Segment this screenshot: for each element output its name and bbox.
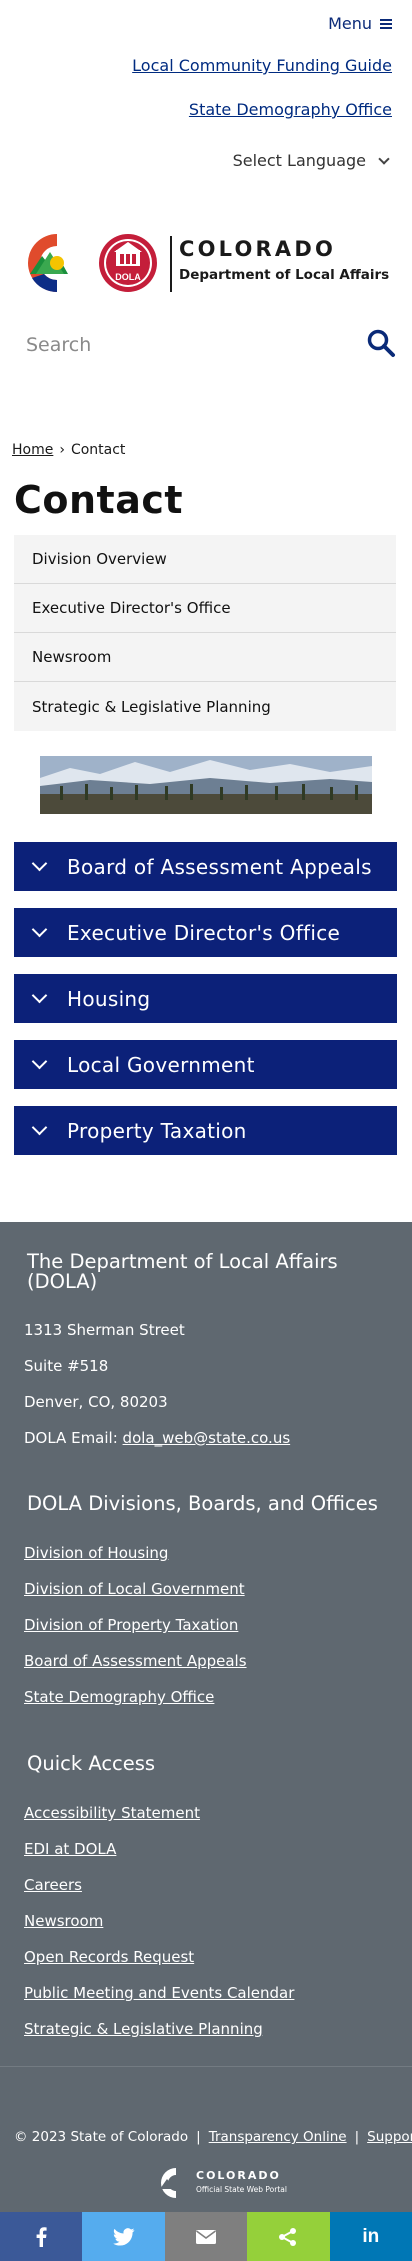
accordion-label: Housing	[67, 986, 151, 1011]
footer-address-line2: Suite #518	[24, 1357, 109, 1375]
footer-link-board-of-assessment-appeals[interactable]: Board of Assessment Appeals	[24, 1652, 247, 1670]
breadcrumb-current: Contact	[70, 442, 126, 458]
footer-link-edi-at-dola[interactable]: EDI at DOLA	[24, 1840, 116, 1858]
facebook-share-button[interactable]	[0, 2212, 83, 2261]
chevron-down-icon	[31, 1053, 48, 1070]
footer-link-state-demography-office[interactable]: State Demography Office	[24, 1688, 214, 1706]
chevron-down-icon	[31, 987, 48, 1004]
colorado-c-icon	[160, 2168, 181, 2198]
footer-link-accessibility-statement[interactable]: Accessibility Statement	[24, 1804, 200, 1822]
language-select[interactable]: Select Language	[232, 151, 390, 170]
support-link[interactable]: Support	[367, 2129, 412, 2145]
breadcrumb-separator: ›	[59, 442, 65, 458]
chevron-down-icon	[378, 152, 390, 165]
logo-badge: DOLA	[115, 272, 141, 282]
hamburger-icon	[380, 18, 392, 29]
footer-link-careers[interactable]: Careers	[24, 1876, 82, 1894]
subnav-item-newsroom[interactable]: Newsroom	[14, 633, 396, 682]
share-bar: in	[0, 2212, 412, 2261]
footer-link-open-records-request[interactable]: Open Records Request	[24, 1948, 194, 1966]
mountain-banner-image	[40, 756, 372, 814]
menu-button[interactable]: Menu	[328, 14, 392, 33]
footer-link-division-of-local-government[interactable]: Division of Local Government	[24, 1580, 245, 1598]
menu-label: Menu	[328, 14, 372, 33]
footer-org-heading: The Department of Local Affairs (DOLA)	[27, 1250, 338, 1293]
footer-link-newsroom[interactable]: Newsroom	[24, 1912, 103, 1930]
search-bar[interactable]: Search	[26, 328, 396, 364]
copyright-text: © 2023 State of Colorado	[14, 2129, 189, 2145]
footer-link-division-of-property-taxation[interactable]: Division of Property Taxation	[24, 1616, 238, 1634]
facebook-icon	[36, 2226, 47, 2247]
footer-link-strategic-legislative-planning[interactable]: Strategic & Legislative Planning	[24, 2020, 263, 2038]
share-button[interactable]	[247, 2212, 330, 2261]
logo-line2: Department of Local Affairs	[179, 267, 390, 283]
breadcrumb: Home › Contact	[12, 442, 125, 458]
accordion-executive-directors-office[interactable]: Executive Director's Office	[14, 908, 397, 957]
section-subnav: Division Overview Executive Director's O…	[14, 535, 396, 731]
accordion-board-of-assessment-appeals[interactable]: Board of Assessment Appeals	[14, 842, 397, 891]
twitter-icon	[112, 2227, 135, 2246]
language-label: Select Language	[232, 151, 366, 170]
subnav-item-executive-directors-office[interactable]: Executive Director's Office	[14, 584, 396, 633]
logo-divider	[170, 236, 172, 292]
accordion-property-taxation[interactable]: Property Taxation	[14, 1106, 397, 1155]
accordion-local-government[interactable]: Local Government	[14, 1040, 397, 1089]
linkedin-icon: in	[362, 2225, 380, 2247]
link-local-community-funding-guide[interactable]: Local Community Funding Guide	[132, 56, 392, 75]
email-share-button[interactable]	[164, 2212, 248, 2261]
subnav-item-strategic-legislative-planning[interactable]: Strategic & Legislative Planning	[14, 682, 396, 731]
search-input[interactable]: Search	[26, 334, 91, 356]
footer-address-line1: 1313 Sherman Street	[24, 1321, 185, 1339]
footer-email-label: DOLA Email:	[24, 1429, 118, 1447]
share-icon	[279, 2227, 297, 2246]
email-icon	[196, 2229, 217, 2244]
site-footer: The Department of Local Affairs (DOLA) 1…	[0, 1222, 412, 2066]
linkedin-share-button[interactable]: in	[329, 2212, 412, 2261]
portal-line2: Official State Web Portal	[196, 2185, 287, 2194]
chevron-down-icon	[31, 921, 48, 938]
colorado-logo-icon: DOLA	[28, 234, 157, 293]
footer-link-public-meeting-calendar[interactable]: Public Meeting and Events Calendar	[24, 1984, 294, 2002]
site-logo[interactable]: DOLA COLORADO Department of Local Affair…	[24, 230, 394, 296]
state-portal-logo[interactable]: COLORADO Official State Web Portal	[154, 2165, 294, 2201]
page-title: Contact	[14, 478, 184, 522]
footer-email-link[interactable]: dola_web@state.co.us	[123, 1429, 291, 1447]
twitter-share-button[interactable]	[82, 2212, 165, 2261]
chevron-down-icon	[31, 1119, 48, 1136]
footer-address-line3: Denver, CO, 80203	[24, 1393, 168, 1411]
accordion-label: Executive Director's Office	[67, 920, 341, 945]
subnav-item-division-overview[interactable]: Division Overview	[14, 535, 396, 584]
accordion-label: Property Taxation	[67, 1118, 247, 1143]
footer-quick-access-heading: Quick Access	[27, 1752, 156, 1775]
accordion-label: Board of Assessment Appeals	[67, 854, 372, 879]
logo-line1: COLORADO	[179, 237, 337, 261]
accordion-housing[interactable]: Housing	[14, 974, 397, 1023]
link-state-demography-office[interactable]: State Demography Office	[189, 100, 392, 119]
breadcrumb-home[interactable]: Home	[12, 442, 53, 458]
portal-line1: COLORADO	[196, 2169, 281, 2182]
chevron-down-icon	[31, 855, 48, 872]
footer-divisions-heading: DOLA Divisions, Boards, and Offices	[27, 1492, 378, 1515]
transparency-online-link[interactable]: Transparency Online	[209, 2129, 347, 2145]
accordion-label: Local Government	[67, 1052, 255, 1077]
bottom-footer: © 2023 State of Colorado | Transparency On…	[0, 2066, 412, 2212]
copyright-row: © 2023 State of Colorado | Transparency On…	[14, 2129, 412, 2145]
search-icon[interactable]	[366, 328, 396, 358]
footer-link-division-of-housing[interactable]: Division of Housing	[24, 1544, 168, 1562]
